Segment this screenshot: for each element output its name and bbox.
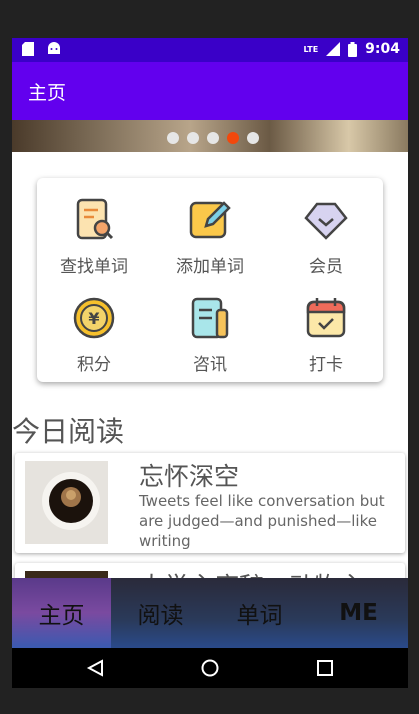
coin-icon: ¥ xyxy=(73,297,115,339)
feature-search-word[interactable]: 查找单词 xyxy=(39,198,149,277)
checkin-calendar-icon xyxy=(306,298,346,338)
phone-screen: LTE 9:04 主页 查找单词 添加单词 会员 ¥ 积分 咨讯 打卡 今日阅读… xyxy=(12,38,408,688)
feature-label: 积分 xyxy=(77,355,111,375)
carousel-dot-active[interactable] xyxy=(227,132,239,144)
carousel-dot[interactable] xyxy=(247,132,259,144)
article-card[interactable]: 忘怀深空 Tweets feel like conversation but a… xyxy=(15,453,405,553)
feature-label: 会员 xyxy=(309,257,343,277)
feature-label: 查找单词 xyxy=(60,257,128,277)
feature-checkin[interactable]: 打卡 xyxy=(271,296,381,375)
status-bar: LTE 9:04 xyxy=(12,38,408,62)
article-description: Tweets feel like conversation but are ju… xyxy=(139,492,385,550)
search-word-icon xyxy=(76,198,114,240)
clock: 9:04 xyxy=(365,41,400,57)
svg-text:¥: ¥ xyxy=(88,309,99,328)
feature-vip[interactable]: 会员 xyxy=(271,198,381,277)
app-bar: 主页 xyxy=(12,62,408,120)
feature-grid: 查找单词 添加单词 会员 ¥ 积分 咨讯 打卡 xyxy=(37,178,383,382)
carousel-indicator xyxy=(167,132,259,144)
nav-home[interactable]: 主页 xyxy=(12,578,111,648)
feature-label: 咨讯 xyxy=(193,355,227,375)
carousel-dot[interactable] xyxy=(187,132,199,144)
feature-points[interactable]: ¥ 积分 xyxy=(39,296,149,375)
home-icon[interactable] xyxy=(201,659,219,677)
signal-icon xyxy=(326,42,341,56)
add-word-icon xyxy=(189,201,231,239)
sdcard-icon xyxy=(22,42,34,56)
network-label: LTE xyxy=(303,44,319,54)
recents-icon[interactable] xyxy=(316,659,334,677)
carousel-dot[interactable] xyxy=(207,132,219,144)
nav-me[interactable]: ME xyxy=(309,578,408,648)
feature-add-word[interactable]: 添加单词 xyxy=(155,198,265,277)
carousel-dot[interactable] xyxy=(167,132,179,144)
article-title: 忘怀深空 xyxy=(139,462,240,491)
battery-icon xyxy=(348,41,358,57)
nav-words[interactable]: 单词 xyxy=(210,578,309,648)
feature-label: 添加单词 xyxy=(176,257,244,277)
back-icon[interactable] xyxy=(86,659,104,677)
bottom-navigation: 主页 阅读 单词 ME xyxy=(12,578,408,648)
system-navigation-bar xyxy=(12,648,408,688)
feature-label: 打卡 xyxy=(309,355,343,375)
nav-reading[interactable]: 阅读 xyxy=(111,578,210,648)
android-icon xyxy=(48,42,60,54)
page-title: 主页 xyxy=(28,82,67,104)
banner-carousel[interactable] xyxy=(12,120,408,152)
feature-news[interactable]: 咨讯 xyxy=(155,296,265,375)
news-icon xyxy=(191,297,229,339)
section-title: 今日阅读 xyxy=(12,415,125,448)
vip-diamond-icon xyxy=(304,202,348,240)
coffee-thumbnail xyxy=(25,461,108,544)
